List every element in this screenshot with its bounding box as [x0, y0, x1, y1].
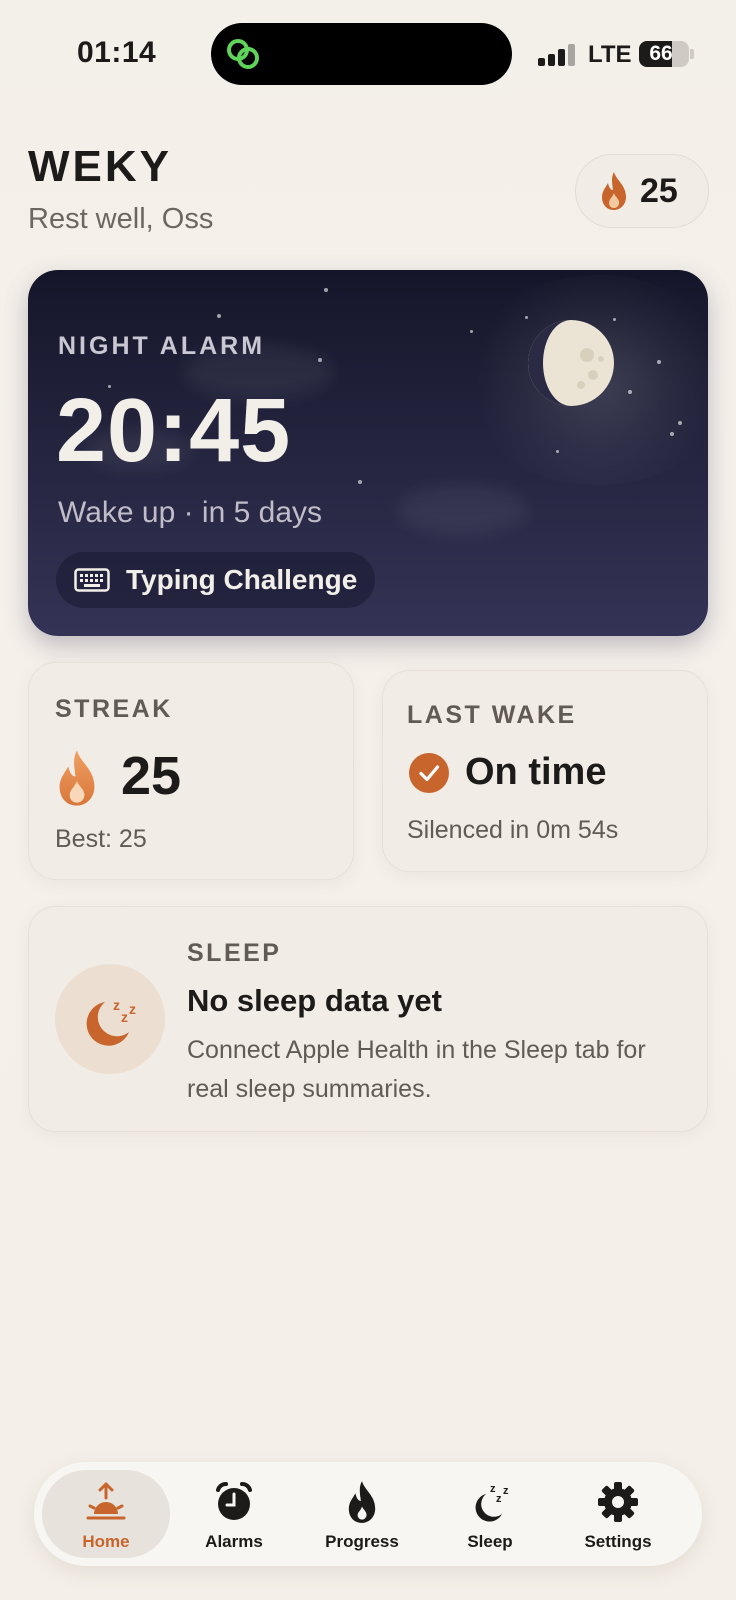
- streak-card-label: STREAK: [55, 695, 173, 723]
- battery-icon: 66: [639, 41, 689, 67]
- tab-progress-label: Progress: [325, 1532, 399, 1551]
- streak-pill[interactable]: 25: [575, 154, 709, 228]
- tab-sleep[interactable]: z z z Sleep: [426, 1470, 554, 1558]
- streak-value: 25: [121, 746, 182, 806]
- app-title: WEKY: [28, 142, 172, 191]
- challenge-label: Typing Challenge: [126, 564, 358, 595]
- greeting: Rest well, Oss: [28, 203, 214, 235]
- moon-icon: [528, 320, 614, 406]
- star: [324, 288, 328, 292]
- last-wake-label: LAST WAKE: [407, 701, 577, 729]
- alarm-clock-icon: [216, 1482, 252, 1520]
- last-wake-status: On time: [465, 751, 607, 793]
- checkmark-circle-icon: [409, 753, 449, 793]
- tab-alarms[interactable]: Alarms: [170, 1470, 298, 1558]
- last-wake-card[interactable]: LAST WAKE On time Silenced in 0m 54s: [382, 670, 708, 872]
- tab-alarms-label: Alarms: [205, 1532, 263, 1551]
- link-rings-icon: [227, 39, 259, 69]
- sleep-label: SLEEP: [187, 939, 282, 967]
- streak-card[interactable]: STREAK 25 Best: 25: [28, 662, 354, 880]
- star: [358, 480, 362, 484]
- svg-text:z: z: [496, 1493, 502, 1505]
- last-wake-detail: Silenced in 0m 54s: [407, 816, 619, 844]
- battery-level: 66: [649, 42, 673, 65]
- tab-home-label: Home: [82, 1532, 130, 1551]
- tab-settings[interactable]: Settings: [554, 1470, 682, 1558]
- sleep-card[interactable]: z z z SLEEP No sleep data yet Connect Ap…: [28, 906, 708, 1132]
- gear-icon: [598, 1482, 638, 1522]
- cloud: [398, 485, 528, 535]
- flame-icon: [348, 1481, 376, 1523]
- streak-best: Best: 25: [55, 825, 147, 853]
- star: [318, 358, 322, 362]
- alarm-time: 20:45: [56, 381, 292, 481]
- status-time: 01:14: [77, 36, 157, 69]
- svg-text:z: z: [503, 1485, 509, 1497]
- cellular-signal-icon: [538, 44, 576, 66]
- home-screen: 01:14 LTE 66 WEKY Rest well, Oss 25 NIGH…: [0, 0, 736, 1600]
- tab-bar: Home Alarms Progress z z z Sleep Setting…: [34, 1462, 702, 1566]
- battery-nub: [690, 49, 694, 59]
- alarm-subtitle: Wake up · in 5 days: [58, 496, 323, 529]
- alarm-label: NIGHT ALARM: [58, 332, 266, 360]
- svg-text:z: z: [121, 1009, 128, 1025]
- sleep-icon-badge: z z z: [55, 964, 165, 1074]
- star: [217, 314, 221, 318]
- flame-icon: [59, 750, 95, 806]
- tab-home[interactable]: Home: [42, 1470, 170, 1558]
- tab-sleep-label: Sleep: [467, 1532, 513, 1551]
- sunrise-icon: [86, 1482, 126, 1520]
- dynamic-island[interactable]: [211, 23, 512, 85]
- keyboard-icon: [74, 568, 110, 592]
- night-alarm-card[interactable]: NIGHT ALARM 20:45 Wake up · in 5 days Ty…: [28, 270, 708, 636]
- flame-icon: [602, 172, 626, 210]
- moon-zzz-icon: z z z: [86, 997, 136, 1046]
- streak-pill-count: 25: [640, 171, 678, 210]
- sleep-title: No sleep data yet: [187, 983, 442, 1018]
- tab-settings-label: Settings: [584, 1532, 652, 1551]
- sleep-description: Connect Apple Health in the Sleep tab fo…: [187, 1036, 646, 1103]
- svg-text:z: z: [113, 997, 120, 1013]
- svg-text:z: z: [129, 1001, 136, 1017]
- moon-zzz-icon: z z z: [475, 1483, 509, 1522]
- tab-progress[interactable]: Progress: [298, 1470, 426, 1558]
- network-type: LTE: [588, 41, 632, 68]
- challenge-chip[interactable]: Typing Challenge: [56, 552, 376, 608]
